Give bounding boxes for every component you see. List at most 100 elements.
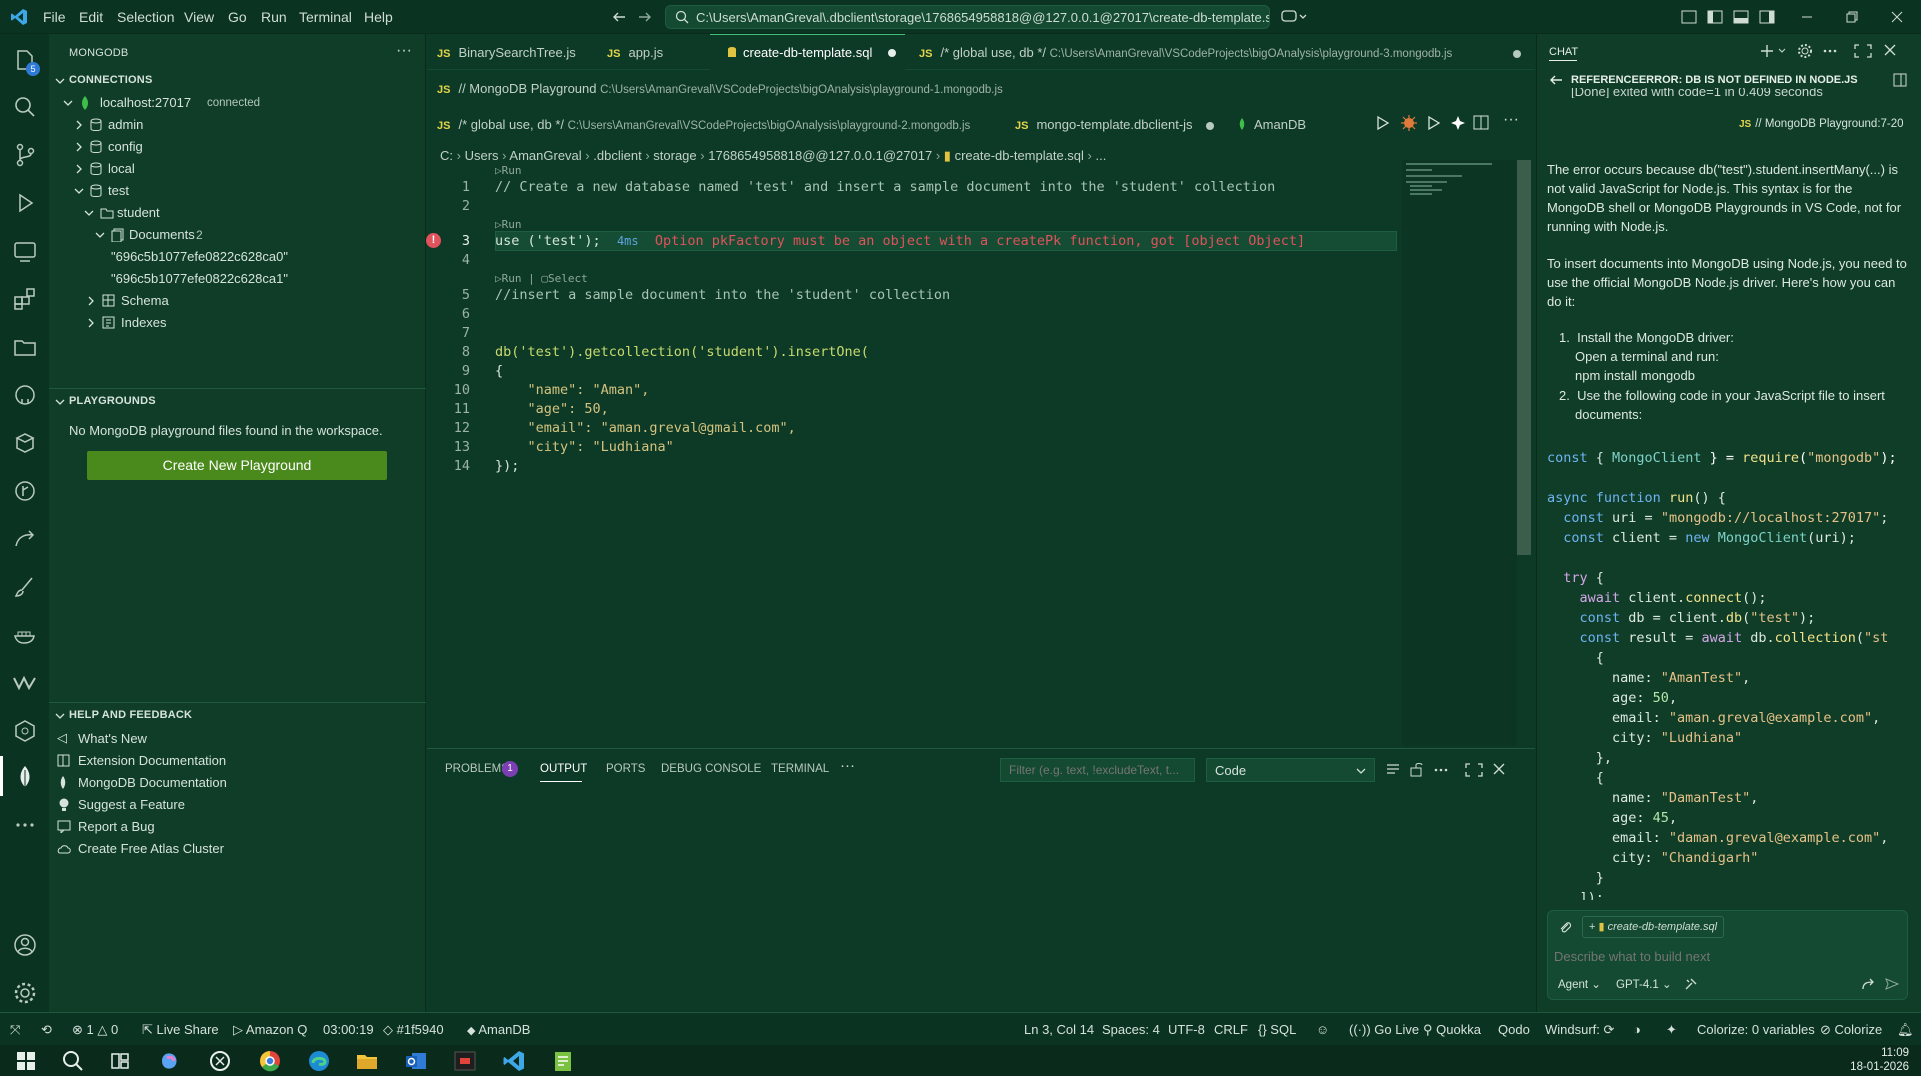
code-line-1[interactable]: // Create a new database named 'test' an…: [495, 179, 1275, 195]
chevron-down-icon[interactable]: [62, 97, 74, 109]
chevron-down-icon[interactable]: [83, 207, 95, 219]
back-arrow-icon[interactable]: [1549, 73, 1563, 87]
live-share-sidebar-icon[interactable]: [12, 526, 38, 552]
tab-app-js[interactable]: JS app.js: [607, 45, 663, 60]
account-icon[interactable]: [12, 932, 38, 958]
menu-file[interactable]: File: [43, 9, 66, 25]
line-ending[interactable]: CRLF: [1214, 1022, 1248, 1037]
code-line-3[interactable]: use ('test'); 4ms Option pkFactory must …: [495, 233, 1305, 249]
source-control-icon[interactable]: [12, 142, 38, 168]
qodo-status[interactable]: Qodo: [1498, 1022, 1530, 1037]
menu-run[interactable]: Run: [261, 9, 287, 25]
minimap[interactable]: [1402, 160, 1517, 746]
timer-status[interactable]: 03:00:19: [323, 1022, 374, 1037]
taskbar-time[interactable]: 11:09: [1849, 1047, 1909, 1059]
outlook-app-icon[interactable]: [404, 1049, 428, 1073]
tree-item-config[interactable]: config: [108, 139, 143, 154]
codelens-run-select[interactable]: ▷Run | ▢Select: [495, 272, 588, 285]
code-line-9[interactable]: {: [495, 363, 503, 379]
indentation[interactable]: Spaces: 4: [1102, 1022, 1160, 1037]
forward-arrow-icon[interactable]: [637, 9, 653, 25]
extensions-icon[interactable]: [12, 286, 38, 312]
help-item-atlas-cluster[interactable]: Create Free Atlas Cluster: [78, 841, 224, 856]
close-window-icon[interactable]: [1890, 10, 1904, 24]
github-icon[interactable]: [12, 382, 38, 408]
menu-help[interactable]: Help: [364, 9, 393, 25]
chevron-right-icon[interactable]: [73, 141, 85, 153]
attach-icon[interactable]: [1558, 920, 1572, 934]
editor-more-icon[interactable]: ···: [1503, 111, 1519, 129]
sidebar-more-icon[interactable]: ···: [396, 42, 412, 60]
menu-go[interactable]: Go: [228, 9, 247, 25]
docker-icon[interactable]: [12, 622, 38, 648]
hexagon-icon[interactable]: [12, 718, 38, 744]
chevron-right-icon[interactable]: [73, 163, 85, 175]
breadcrumb-item[interactable]: Users: [465, 148, 499, 163]
breadcrumb-item[interactable]: 1768654958818@@127.0.0.1@27017: [708, 148, 932, 163]
code-line-14[interactable]: });: [495, 458, 519, 474]
help-item-suggest-feature[interactable]: Suggest a Feature: [78, 797, 185, 812]
edge-app-icon[interactable]: [307, 1049, 331, 1073]
windsurf-sidebar-icon[interactable]: [12, 670, 38, 696]
sparkle-icon[interactable]: ✦: [1666, 1022, 1677, 1038]
amazon-q-status[interactable]: ▷ Amazon Q: [233, 1022, 307, 1038]
add-context-icon[interactable]: +: [1589, 921, 1595, 933]
sidebar-toggle-icon[interactable]: [1893, 73, 1907, 87]
breadcrumb-item[interactable]: storage: [653, 148, 696, 163]
tools-icon[interactable]: [1684, 977, 1698, 991]
menu-view[interactable]: View: [184, 9, 214, 25]
document-item[interactable]: "696c5b1077efe0822c628ca1": [111, 271, 288, 286]
vscode-app-icon[interactable]: [502, 1049, 526, 1073]
quokka-status[interactable]: ⚲ Quokka: [1423, 1022, 1481, 1038]
panel-tab-output[interactable]: OUTPUT: [540, 763, 587, 775]
delegate-arrow-icon[interactable]: [1861, 977, 1875, 991]
breadcrumb-item[interactable]: .dbclient: [593, 148, 641, 163]
help-item-whats-new[interactable]: What's New: [78, 731, 147, 746]
explorer-icon[interactable]: 5: [12, 48, 40, 76]
layout-toggle-icon[interactable]: [1681, 9, 1781, 25]
minimize-icon[interactable]: [1800, 10, 1814, 24]
file-explorer-icon[interactable]: [355, 1049, 379, 1073]
send-icon[interactable]: [1885, 977, 1899, 991]
breadcrumb-item[interactable]: C:: [440, 148, 453, 163]
connections-header[interactable]: CONNECTIONS: [69, 74, 152, 86]
colorize-status[interactable]: ⊘ Colorize: [1820, 1022, 1882, 1038]
menu-selection[interactable]: Selection: [117, 9, 175, 25]
more-icon[interactable]: [12, 812, 38, 838]
chevron-down-icon[interactable]: [94, 229, 106, 241]
chevron-down-icon[interactable]: [54, 75, 66, 87]
menu-edit[interactable]: Edit: [79, 9, 103, 25]
windsurf-status[interactable]: Windsurf: ⟳: [1545, 1022, 1614, 1038]
code-line-8[interactable]: db('test').getcollection('student').inse…: [495, 344, 869, 360]
live-share-status[interactable]: ⇱ Live Share: [142, 1022, 219, 1038]
task-view-icon[interactable]: [108, 1049, 132, 1073]
error-icon[interactable]: !: [426, 233, 441, 248]
terminal-app-icon[interactable]: [453, 1049, 477, 1073]
colorize-variables[interactable]: Colorize: 0 variables: [1697, 1022, 1815, 1037]
mongodb-status[interactable]: ◆ AmanDB: [467, 1022, 530, 1037]
taskbar-search-icon[interactable]: [61, 1049, 85, 1073]
code-line-12[interactable]: "email": "aman.greval@gmail.com",: [495, 420, 796, 436]
folder-icon[interactable]: [12, 334, 38, 360]
git-graph-icon[interactable]: [12, 478, 38, 504]
tab-mongo-template[interactable]: JS mongo-template.dbclient-js: [1015, 117, 1193, 132]
create-new-playground-button[interactable]: Create New Playground: [87, 451, 387, 480]
breadcrumb-item[interactable]: create-db-template.sql: [955, 148, 1084, 163]
remote-icon[interactable]: ⤧: [10, 1022, 20, 1038]
panel-tab-debug-console[interactable]: DEBUG CONSOLE: [661, 763, 761, 775]
tab-amandb[interactable]: AmanDB: [1238, 117, 1306, 132]
color-status[interactable]: ◇ #1f5940: [383, 1022, 444, 1038]
panel-more-icon[interactable]: ···: [840, 757, 855, 774]
attachment-chip[interactable]: + ▮ create-db-template.sql: [1582, 916, 1725, 938]
codelens-run[interactable]: ▷Run: [495, 164, 522, 177]
brush-icon[interactable]: [12, 574, 38, 600]
tab-create-db-template[interactable]: create-db-template.sql: [727, 45, 896, 60]
chevron-down-icon[interactable]: [54, 396, 66, 408]
code-line-5[interactable]: //insert a sample document into the 'stu…: [495, 287, 950, 303]
copilot-app-icon[interactable]: [158, 1049, 182, 1073]
tree-item-student[interactable]: student: [117, 205, 160, 220]
mongodb-leaf-icon[interactable]: [12, 764, 38, 790]
encoding[interactable]: UTF-8: [1168, 1022, 1205, 1037]
tree-item-indexes[interactable]: Indexes: [121, 315, 167, 330]
tree-item-schema[interactable]: Schema: [121, 293, 169, 308]
